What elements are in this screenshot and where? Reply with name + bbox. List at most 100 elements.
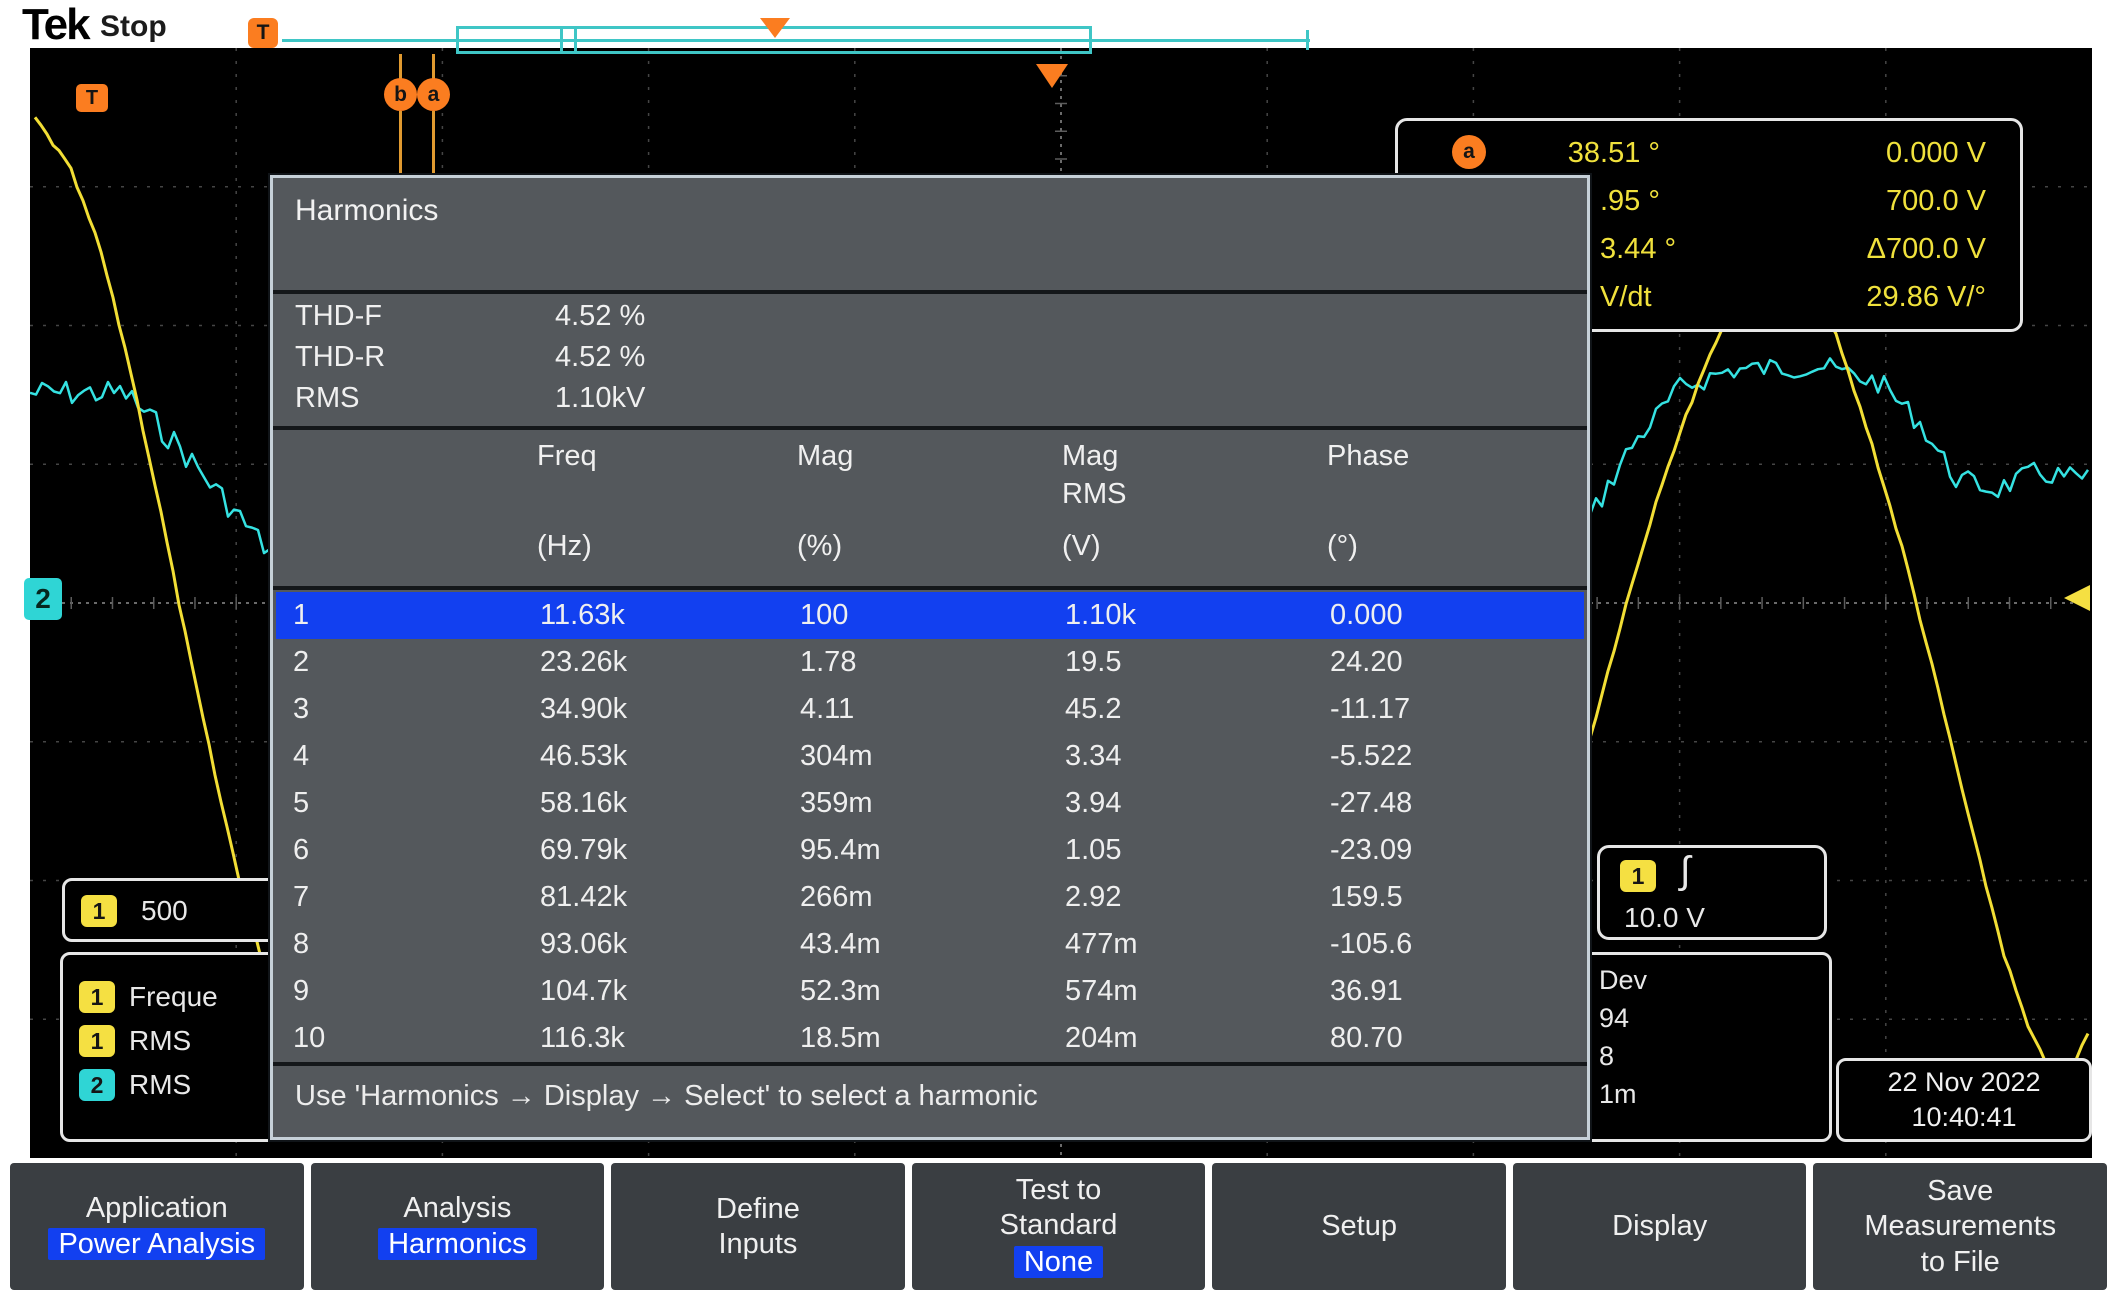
menu-button-save-measurements[interactable]: Save Measurements to File bbox=[1813, 1163, 2108, 1290]
stddev-column-fragment: Dev bbox=[1599, 965, 1648, 995]
harmonic-row[interactable]: 8 93.06k 43.4m 477m -105.6 bbox=[276, 921, 1584, 968]
trigger-level-value: 10.0 V bbox=[1624, 902, 1705, 933]
thd-f-value: 4.52 % bbox=[555, 300, 646, 332]
menu-button-display[interactable]: Display bbox=[1512, 1163, 1807, 1290]
channel1-badge: 1 bbox=[81, 895, 117, 927]
channel1-badge: 1 bbox=[1620, 860, 1656, 892]
thd-r-value: 4.52 % bbox=[555, 341, 646, 373]
col-header-mag: Mag bbox=[797, 440, 854, 472]
thd-r-label: THD-R bbox=[295, 341, 386, 373]
menu-selected-value: Harmonics bbox=[378, 1228, 537, 1261]
col-unit-freq: (Hz) bbox=[537, 530, 592, 562]
menu-label: Display bbox=[1612, 1210, 1708, 1243]
date-value: 22 Nov 2022 bbox=[1887, 1067, 2041, 1097]
trigger-tag-icon[interactable]: T bbox=[76, 84, 108, 112]
menu-label: Measurements bbox=[1864, 1210, 2057, 1243]
menu-label: Analysis bbox=[403, 1191, 512, 1224]
cursor-a-stem bbox=[432, 111, 435, 175]
overview-trigger-icon[interactable]: T bbox=[248, 18, 278, 48]
separator bbox=[273, 290, 1587, 294]
channel1-badge: 1 bbox=[79, 1025, 115, 1057]
channel1-badge: 1 bbox=[79, 981, 115, 1013]
cursor-a-stem bbox=[432, 54, 435, 80]
overview-tick bbox=[560, 26, 563, 54]
measurement-label: Freque bbox=[129, 981, 218, 1012]
thd-f-label: THD-F bbox=[295, 300, 382, 332]
menu-label: Inputs bbox=[718, 1228, 798, 1260]
measurement-row: 2 RMS bbox=[79, 1069, 191, 1101]
menu-label: Setup bbox=[1321, 1210, 1397, 1243]
menu-label: Define bbox=[716, 1192, 800, 1225]
menu-button-test-to-standard[interactable]: Test to Standard None bbox=[911, 1163, 1206, 1290]
col-header-mag-rms: Mag bbox=[1062, 440, 1119, 472]
stddev-value-fragment: 1m bbox=[1599, 1079, 1637, 1109]
harmonic-row[interactable]: 4 46.53k 304m 3.34 -5.522 bbox=[276, 733, 1584, 780]
menu-button-application[interactable]: Application Power Analysis bbox=[10, 1163, 304, 1290]
col-unit-phase: (°) bbox=[1327, 530, 1358, 562]
cursor-slope-value: 29.86 V/° bbox=[1866, 281, 1986, 313]
overview-tick bbox=[574, 26, 577, 54]
channel1-scale-value: 500 bbox=[141, 895, 188, 926]
menu-selected-value: Power Analysis bbox=[48, 1228, 266, 1261]
menu-button-analysis[interactable]: Analysis Harmonics bbox=[310, 1163, 605, 1290]
trigger-edge-icon: ∫ bbox=[1680, 850, 1691, 892]
menu-label: Application bbox=[85, 1191, 228, 1224]
menu-label: Standard bbox=[999, 1209, 1118, 1242]
col-unit-mag: (%) bbox=[797, 530, 843, 562]
cursor-a-voltage: 0.000 V bbox=[1886, 137, 1986, 169]
trigger-level-arrow-icon[interactable] bbox=[2064, 585, 2090, 611]
menu-label: to File bbox=[1920, 1245, 2000, 1278]
cursor-delta-voltage: Δ700.0 V bbox=[1866, 233, 1986, 265]
time-value: 10:40:41 bbox=[1911, 1102, 2017, 1132]
harmonics-panel: Harmonics THD-F 4.52 % THD-R 4.52 % RMS … bbox=[270, 175, 1590, 1140]
rms-label: RMS bbox=[295, 382, 360, 414]
measurement-row: 1 Freque bbox=[79, 981, 218, 1013]
datetime-box: 22 Nov 2022 10:40:41 bbox=[1836, 1058, 2092, 1142]
oscilloscope-screen: Tek Stop T T b a 2 a 38.51 ° 0.000 V .95… bbox=[0, 0, 2117, 1293]
cursor-a-handle[interactable]: a bbox=[417, 78, 450, 111]
channel2-badge: 2 bbox=[79, 1069, 115, 1101]
col-header-mag-rms2: RMS bbox=[1062, 478, 1127, 510]
harmonic-row[interactable]: 3 34.90k 4.11 45.2 -11.17 bbox=[276, 686, 1584, 733]
measurement-row: 1 RMS bbox=[79, 1025, 191, 1057]
cursor-slope-label: V/dt bbox=[1600, 281, 1652, 313]
col-unit-mag-rms: (V) bbox=[1062, 530, 1101, 562]
trigger-position-icon[interactable] bbox=[1036, 64, 1068, 88]
acquisition-status: Stop bbox=[100, 10, 167, 43]
measurement-label: RMS bbox=[129, 1025, 192, 1056]
menu-selected-value: None bbox=[1013, 1245, 1104, 1279]
rms-value: 1.10kV bbox=[555, 382, 646, 414]
col-header-freq: Freq bbox=[537, 440, 597, 472]
harmonics-title: Harmonics bbox=[295, 194, 439, 227]
harmonics-hint: Use 'Harmonics → Display → Select' to se… bbox=[295, 1080, 1038, 1112]
harmonic-row[interactable]: 6 69.79k 95.4m 1.05 -23.09 bbox=[276, 827, 1584, 874]
separator bbox=[273, 586, 1587, 590]
stddev-value-fragment: 8 bbox=[1599, 1041, 1615, 1071]
menu-button-setup[interactable]: Setup bbox=[1212, 1163, 1506, 1290]
menu-button-define-inputs[interactable]: Define Inputs bbox=[611, 1163, 905, 1290]
separator bbox=[273, 426, 1587, 430]
cursor-b-stem bbox=[399, 54, 402, 80]
overview-end-tick bbox=[1306, 30, 1309, 50]
separator bbox=[273, 1062, 1587, 1066]
cursor-delta-phase: 3.44 ° bbox=[1600, 233, 1677, 265]
col-header-phase: Phase bbox=[1327, 440, 1410, 472]
harmonic-row[interactable]: 10 116.3k 18.5m 204m 80.70 bbox=[276, 1015, 1584, 1062]
cursor-a-phase: 38.51 ° bbox=[1567, 137, 1660, 169]
measurement-label: RMS bbox=[129, 1069, 192, 1100]
menu-label: Save bbox=[1927, 1174, 1994, 1207]
cursor-a-badge-icon: a bbox=[1452, 135, 1486, 169]
channel2-position-badge[interactable]: 2 bbox=[24, 578, 62, 620]
harmonic-row[interactable]: 9 104.7k 52.3m 574m 36.91 bbox=[276, 968, 1584, 1015]
softkey-menu: Application Power Analysis Analysis Harm… bbox=[0, 1163, 2117, 1290]
harmonic-row[interactable]: 1 11.63k 100 1.10k 0.000 bbox=[276, 592, 1584, 639]
menu-label: Test to bbox=[1015, 1173, 1102, 1206]
cursor-b-handle[interactable]: b bbox=[384, 78, 417, 111]
harmonic-row[interactable]: 2 23.26k 1.78 19.5 24.20 bbox=[276, 639, 1584, 686]
harmonic-row[interactable]: 5 58.16k 359m 3.94 -27.48 bbox=[276, 780, 1584, 827]
harmonic-row[interactable]: 7 81.42k 266m 2.92 159.5 bbox=[276, 874, 1584, 921]
stddev-value-fragment: 94 bbox=[1599, 1003, 1630, 1033]
cursor-b-phase: .95 ° bbox=[1600, 185, 1660, 217]
cursor-b-stem bbox=[399, 111, 402, 175]
overview-trigger-position-icon[interactable] bbox=[760, 18, 790, 38]
